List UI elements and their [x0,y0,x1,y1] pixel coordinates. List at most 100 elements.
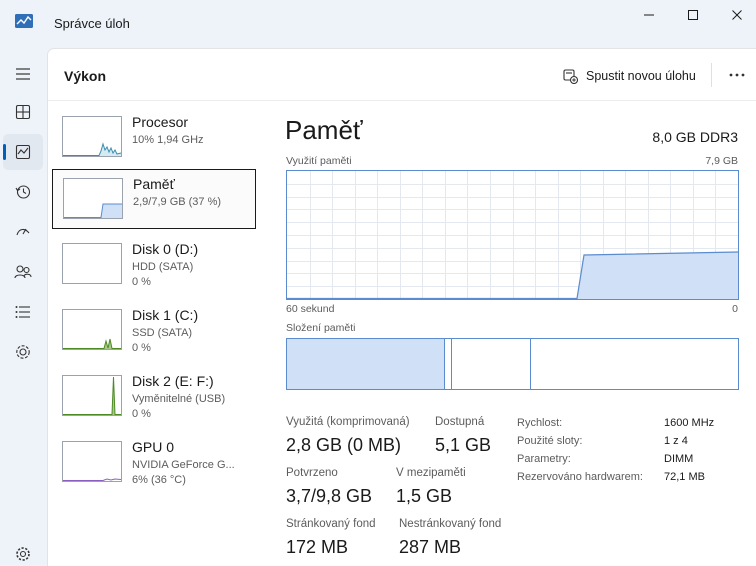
disk-1-thumbnail-graph [62,309,122,350]
stat-in-use-value: 2,8 GB (0 MB) [286,435,402,455]
stat-cached-value: 1,5 GB [396,486,453,506]
more-icon [729,73,745,77]
prop-hw-reserved-label: Rezervováno hardwarem: [517,471,643,483]
memory-composition-bar [286,338,739,390]
prop-slots-label: Použité sloty: [517,435,583,447]
stat-committed-value: 3,7/9,8 GB [286,486,373,506]
more-options-button[interactable] [725,63,749,87]
run-new-task-label: Spustit novou úlohu [586,69,696,83]
memory-usage-area [577,252,738,299]
device-name: Paměť [133,176,175,192]
device-item-memory[interactable]: Paměť 2,9/7,9 GB (37 %) [52,169,256,229]
stat-in-use-label: Využitá (komprimovaná) [286,416,410,428]
device-item-disk-2[interactable]: Disk 2 (E: F:) Vyměnitelné (USB) 0 % [52,367,256,427]
close-icon [732,10,742,20]
content-panel: Výkon Spustit novou úlohu Procesor 10% 1… [47,48,756,566]
device-detail: NVIDIA GeForce G... [132,459,235,471]
performance-icon [15,144,31,160]
nav-app-history[interactable] [3,174,43,210]
nav-processes[interactable] [3,94,43,130]
device-utilization: 0 % [132,408,151,420]
nav-settings[interactable] [3,536,43,566]
run-new-task-button[interactable]: Spustit novou úlohu [563,64,696,88]
minimize-icon [644,14,654,16]
settings-icon [16,547,30,561]
gpu-0-thumbnail-graph [62,441,122,482]
stat-paged-pool-value: 172 MB [286,537,349,557]
prop-speed-label: Rychlost: [517,417,563,429]
composition-label: Složení paměti [286,322,356,334]
header-divider [711,63,712,87]
new-task-icon [563,68,578,84]
composition-free[interactable] [531,339,738,389]
usage-graph-max: 7,9 GB [705,155,738,167]
nav-startup[interactable] [3,214,43,250]
composition-standby[interactable] [452,339,531,389]
nav-services[interactable] [3,334,43,370]
device-utilization: 0 % [132,342,151,354]
stat-nonpaged-pool-label: Nestránkovaný fond [399,518,502,530]
device-detail: 10% 1,94 GHz [132,134,204,146]
window-title: Správce úloh [54,16,130,31]
memory-usage-chart [287,171,738,299]
device-name: GPU 0 [132,439,175,455]
composition-in-use[interactable] [287,339,445,389]
startup-icon [16,228,30,236]
page-header: Výkon Spustit novou úlohu [48,49,756,101]
prop-slots-value: 1 z 4 [664,435,688,447]
services-icon [16,345,30,359]
stat-committed-label: Potvrzeno [286,467,338,479]
gpu-mini-chart [63,478,121,481]
nav-details[interactable] [3,294,43,330]
device-detail: HDD (SATA) [132,261,194,273]
stat-paged-pool-label: Stránkovaný fond [286,518,376,530]
stat-available-value: 5,1 GB [435,435,492,455]
disk-2-thumbnail-graph [62,375,122,416]
device-name: Procesor [132,114,189,130]
device-item-cpu[interactable]: Procesor 10% 1,94 GHz [52,108,256,168]
detail-title: Paměť [285,115,363,145]
app-history-icon [15,185,31,199]
disk-0-thumbnail-graph [62,243,122,284]
prop-speed-value: 1600 MHz [664,417,715,429]
stat-available-label: Dostupná [435,416,485,428]
memory-thumbnail-graph [63,178,123,219]
device-name: Disk 1 (C:) [132,307,199,323]
device-item-gpu-0[interactable]: GPU 0 NVIDIA GeForce G... 6% (36 °C) [52,433,256,493]
cpu-mini-chart [63,142,121,156]
maximize-icon [688,10,698,20]
prop-form-factor-value: DIMM [664,453,694,465]
disk-1-mini-chart [63,338,121,349]
disk-2-mini-chart [63,376,121,415]
page-title: Výkon [64,68,107,84]
device-item-disk-1[interactable]: Disk 1 (C:) SSD (SATA) 0 % [52,301,256,361]
nav-users[interactable] [3,254,43,290]
memory-spec: 8,0 GB DDR3 [652,129,738,145]
users-icon [14,265,32,279]
title-bar: Správce úloh [0,0,756,48]
cpu-thumbnail-graph [62,116,122,157]
details-icon [15,306,30,318]
nav-menu-button[interactable] [3,56,43,92]
left-navigation [0,48,46,566]
graph-time-start: 60 sekund [286,303,335,315]
menu-icon [16,68,30,80]
nav-performance[interactable] [3,134,43,170]
memory-usage-graph [286,170,739,300]
device-item-disk-0[interactable]: Disk 0 (D:) HDD (SATA) 0 % [52,235,256,295]
graph-time-end: 0 [732,303,738,315]
device-name: Disk 0 (D:) [132,241,199,257]
stat-nonpaged-pool-value: 287 MB [399,537,462,557]
device-name: Disk 2 (E: F:) [132,373,214,389]
composition-modified[interactable] [445,339,452,389]
stat-cached-label: V mezipaměti [396,467,466,479]
device-utilization: 6% (36 °C) [132,474,186,486]
task-manager-icon [15,14,33,28]
maximize-button[interactable] [670,0,716,30]
close-button[interactable] [714,0,756,30]
device-utilization: 0 % [132,276,151,288]
device-detail: Vyměnitelné (USB) [132,393,226,405]
minimize-button[interactable] [626,0,672,30]
prop-form-factor-label: Parametry: [517,453,571,465]
device-detail: 2,9/7,9 GB (37 %) [133,196,222,208]
